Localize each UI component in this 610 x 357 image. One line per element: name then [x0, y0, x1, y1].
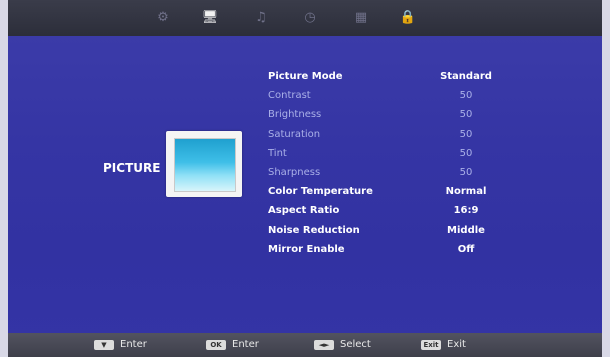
menu-item-tint[interactable]: Tint 50 — [266, 144, 510, 163]
hint-label: Exit — [447, 339, 466, 350]
clock-icon[interactable]: ◷ — [302, 9, 318, 25]
menu-item-value: 50 — [459, 90, 473, 102]
left-right-key-icon: ◄► — [314, 339, 334, 350]
menu-item-label: Brightness — [268, 109, 322, 121]
menu-item-label: Noise Reduction — [268, 224, 360, 236]
down-arrow-key-icon: ▼ — [94, 339, 114, 350]
gear-icon[interactable]: ⚙ — [155, 9, 171, 25]
menu-item-brightness[interactable]: Brightness 50 — [266, 105, 510, 124]
grid-icon[interactable]: ▦ — [353, 9, 369, 25]
menu-item-value: 50 — [459, 147, 473, 159]
tv-osd-screen: ⚙ 🖥 ♫ ◷ ▦ 🔒 PICTURE Picture Mode Standar… — [8, 0, 602, 357]
menu-item-label: Sharpness — [268, 167, 321, 179]
menu-item-value: Standard — [440, 71, 492, 83]
menu-item-value: 16:9 — [453, 205, 479, 217]
menu-item-label: Mirror Enable — [268, 243, 345, 255]
picture-thumbnail-screen — [174, 138, 236, 192]
ok-key-icon: OK — [206, 339, 226, 350]
menu-item-value: 50 — [459, 128, 473, 140]
exit-key-icon: Exit — [421, 339, 441, 350]
music-note-icon[interactable]: ♫ — [253, 9, 269, 25]
menu-item-value: 50 — [459, 167, 473, 179]
hint-exit: Exit Exit — [421, 339, 466, 350]
hint-bar: ▼ Enter OK Enter ◄► Select Exit Exit — [8, 333, 602, 357]
menu-item-aspect-ratio[interactable]: Aspect Ratio 16:9 — [266, 201, 510, 220]
picture-settings-menu: Picture Mode Standard Contrast 50 Bright… — [266, 67, 510, 259]
menu-item-value: Off — [457, 243, 475, 255]
menu-item-value: Middle — [447, 224, 485, 236]
menu-item-label: Color Temperature — [268, 186, 373, 198]
menu-item-saturation[interactable]: Saturation 50 — [266, 125, 510, 144]
menu-item-label: Contrast — [268, 90, 311, 102]
menu-item-noise-reduction[interactable]: Noise Reduction Middle — [266, 221, 510, 240]
monitor-icon[interactable]: 🖥 — [202, 9, 219, 25]
menu-item-contrast[interactable]: Contrast 50 — [266, 86, 510, 105]
picture-thumbnail-icon — [166, 131, 242, 197]
hint-enter-ok: OK Enter — [206, 339, 259, 350]
menu-item-value: 50 — [459, 109, 473, 121]
top-tab-bar: ⚙ 🖥 ♫ ◷ ▦ 🔒 — [8, 0, 602, 36]
hint-enter-down: ▼ Enter — [94, 339, 147, 350]
hint-label: Select — [340, 339, 371, 350]
menu-item-label: Aspect Ratio — [268, 205, 340, 217]
menu-item-label: Saturation — [268, 128, 321, 140]
menu-item-value: Normal — [445, 186, 487, 198]
menu-item-label: Tint — [268, 147, 287, 159]
menu-item-label: Picture Mode — [268, 71, 343, 83]
hint-select: ◄► Select — [314, 339, 371, 350]
menu-item-sharpness[interactable]: Sharpness 50 — [266, 163, 510, 182]
hint-label: Enter — [232, 339, 259, 350]
menu-item-mirror-enable[interactable]: Mirror Enable Off — [266, 240, 510, 259]
hint-label: Enter — [120, 339, 147, 350]
menu-item-color-temperature[interactable]: Color Temperature Normal — [266, 182, 510, 201]
lock-icon[interactable]: 🔒 — [400, 9, 416, 25]
page-title: PICTURE — [103, 161, 161, 175]
menu-item-picture-mode[interactable]: Picture Mode Standard — [266, 67, 510, 86]
